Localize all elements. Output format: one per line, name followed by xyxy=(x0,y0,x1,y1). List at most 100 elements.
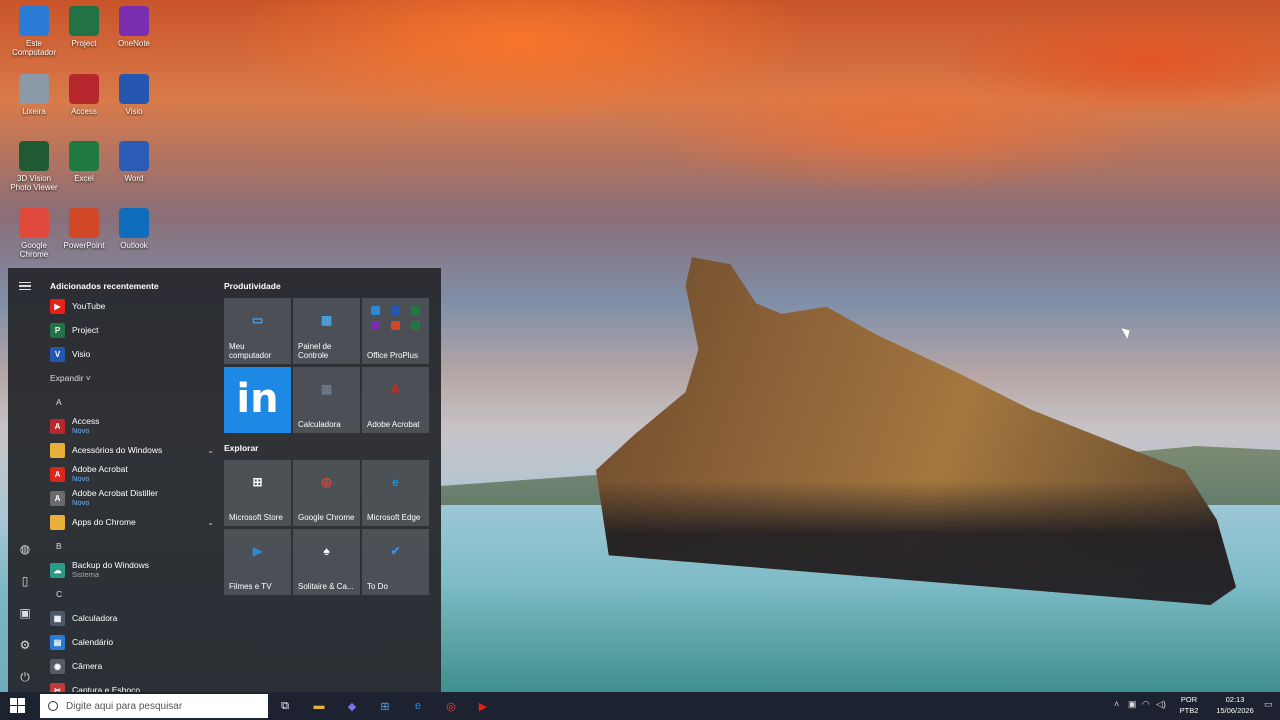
desktop-icon[interactable]: Google Chrome xyxy=(8,208,60,259)
tile-label: To Do xyxy=(367,582,388,591)
search-placeholder: Digite aqui para pesquisar xyxy=(66,700,183,712)
camera-icon: ◉ xyxy=(50,658,65,674)
3d-vision-icon xyxy=(19,141,49,171)
tile-chrome[interactable]: ◎ Google Chrome xyxy=(293,460,360,526)
start-menu: ◍ ▯ ▣ ⚙ ⏻ Adicionados recentemente ▶ YouT… xyxy=(8,268,441,696)
wifi-icon[interactable]: ◠ xyxy=(1142,699,1150,710)
desktop-icon[interactable]: 3D Vision Photo Viewer xyxy=(8,141,60,192)
letter-heading-c[interactable]: C xyxy=(46,582,216,606)
tile-store[interactable]: ⊞ Microsoft Store xyxy=(224,460,291,526)
system-tray: ˄ ▣ ◠ ◁) POR PTB2 02:13 15/06/2026 ▭ xyxy=(1110,692,1280,720)
desktop-icon[interactable]: Word xyxy=(108,141,160,183)
clock-time: 02:13 xyxy=(1225,695,1245,704)
project-icon: P xyxy=(50,322,65,338)
edge-icon[interactable]: e xyxy=(408,696,428,716)
onenote-icon xyxy=(119,6,149,36)
tile-control-panel[interactable]: ▦ Painel de Controle xyxy=(293,298,360,364)
app-text: Adobe Acrobat Distiller Novo xyxy=(72,488,158,508)
app-list-item[interactable]: V Visio xyxy=(46,342,216,366)
acrobat-icon: A xyxy=(50,466,65,482)
tile-edge[interactable]: e Microsoft Edge xyxy=(362,460,429,526)
backup-icon: ☁ xyxy=(50,562,65,578)
desktop-icon[interactable]: PowerPoint xyxy=(58,208,110,250)
movies-icon: ▶ xyxy=(252,544,263,558)
tile-acrobat[interactable]: A Adobe Acrobat xyxy=(362,367,429,433)
chrome-icon xyxy=(19,208,49,238)
app-label: Adobe Acrobat xyxy=(72,464,128,474)
store-icon: ⊞ xyxy=(252,475,263,489)
desktop-icon-label: Lixeira xyxy=(22,107,46,116)
app-list-item[interactable]: ▦ Calculadora xyxy=(46,606,216,630)
app-list-item[interactable]: A Access Novo xyxy=(46,414,216,438)
calendar-icon: ▤ xyxy=(50,634,65,650)
chevron-down-icon[interactable]: ⌄ xyxy=(207,446,214,455)
app-list-item[interactable]: ◉ Câmera xyxy=(46,654,216,678)
network-icon[interactable]: ▣ xyxy=(1128,699,1137,710)
desktop-icon[interactable]: Outlook xyxy=(108,208,160,250)
settings-gear-icon[interactable]: ⚙ xyxy=(17,637,33,653)
desktop-icon[interactable]: Excel xyxy=(58,141,110,183)
store-icon[interactable]: ⊞ xyxy=(375,696,395,716)
desktop-icon[interactable]: Este Computador xyxy=(8,6,60,57)
tiles-area: Produtividade ▭ Meu computador ▦ Painel de … xyxy=(224,278,434,602)
file-explorer-icon[interactable]: ▬ xyxy=(309,696,329,716)
tile-computer[interactable]: ▭ Meu computador xyxy=(224,298,291,364)
tile-office[interactable]: Office ProPlus xyxy=(362,298,429,364)
explore-title: Explorar xyxy=(224,443,259,453)
desktop-icon[interactable]: Access xyxy=(58,74,110,116)
notifications-icon[interactable]: ▭ xyxy=(1264,699,1273,710)
desktop-icon[interactable]: Lixeira xyxy=(8,74,60,116)
desktop-icon[interactable]: Visio xyxy=(108,74,160,116)
tray-overflow-chevron-icon[interactable]: ˄ xyxy=(1114,699,1119,709)
app-list-item[interactable]: ▶ YouTube xyxy=(46,294,216,318)
app-list-item[interactable]: Apps do Chrome ⌄ xyxy=(46,510,216,534)
clock[interactable]: 02:13 15/06/2026 xyxy=(1205,694,1265,716)
app-list-item[interactable]: P Project xyxy=(46,318,216,342)
task-view-icon[interactable]: ⧉ xyxy=(275,696,295,716)
app-text: Calculadora xyxy=(72,613,117,623)
app-sublabel: Novo xyxy=(72,426,90,435)
windows-start-icon[interactable] xyxy=(10,698,26,714)
hamburger-menu-icon[interactable] xyxy=(17,278,33,294)
project-icon xyxy=(69,6,99,36)
office-apps-icon xyxy=(371,306,425,330)
app-list-item[interactable]: Acessórios do Windows ⌄ xyxy=(46,438,216,462)
app-label: Acessórios do Windows xyxy=(72,445,163,455)
tile-label: Filmes e TV xyxy=(229,582,272,591)
letter-heading-b[interactable]: B xyxy=(46,534,216,558)
copilot-icon[interactable]: ◆ xyxy=(342,696,362,716)
desktop-icon[interactable]: OneNote xyxy=(108,6,160,48)
tile-movies[interactable]: ▶ Filmes e TV xyxy=(224,529,291,595)
language-indicator[interactable]: POR PTB2 xyxy=(1174,694,1204,716)
tile-linkedin[interactable]: in xyxy=(224,367,291,433)
tile-todo[interactable]: ✔ To Do xyxy=(362,529,429,595)
tile-solitaire[interactable]: ♠ Solitaire & Ca... xyxy=(293,529,360,595)
youtube-icon: ▶ xyxy=(50,298,65,314)
folder-icon xyxy=(50,442,65,458)
pictures-icon[interactable]: ▣ xyxy=(17,605,33,621)
volume-icon[interactable]: ◁) xyxy=(1156,699,1166,710)
app-text: Apps do Chrome xyxy=(72,517,136,527)
desktop-icon[interactable]: Project xyxy=(58,6,110,48)
power-icon[interactable]: ⏻ xyxy=(17,669,33,685)
taskbar-search-box[interactable]: Digite aqui para pesquisar xyxy=(40,694,268,718)
app-text: Backup do Windows Sistema xyxy=(72,560,149,580)
search-icon xyxy=(48,701,58,711)
app-label: Backup do Windows xyxy=(72,560,150,570)
youtube-icon[interactable]: ▶ xyxy=(473,696,493,716)
app-list-item[interactable]: ☁ Backup do Windows Sistema xyxy=(46,558,216,582)
computer-icon: ▭ xyxy=(251,313,264,327)
app-list-item[interactable]: A Adobe Acrobat Distiller Novo xyxy=(46,486,216,510)
app-list-item[interactable]: A Adobe Acrobat Novo xyxy=(46,462,216,486)
expand-link[interactable]: Expandir ˅ xyxy=(46,366,216,390)
documents-icon[interactable]: ▯ xyxy=(17,573,33,589)
chrome-icon[interactable]: ◎ xyxy=(441,696,461,716)
tile-label: Solitaire & Ca... xyxy=(298,582,354,591)
tile-calculator[interactable]: ▦ Calculadora xyxy=(293,367,360,433)
app-text: Câmera xyxy=(72,661,102,671)
app-list-item[interactable]: ▤ Calendário xyxy=(46,630,216,654)
chevron-down-icon[interactable]: ⌄ xyxy=(207,518,214,527)
desktop-icon-label: PowerPoint xyxy=(63,241,105,250)
user-avatar-icon[interactable]: ◍ xyxy=(17,541,33,557)
letter-heading-a[interactable]: A xyxy=(46,390,216,414)
